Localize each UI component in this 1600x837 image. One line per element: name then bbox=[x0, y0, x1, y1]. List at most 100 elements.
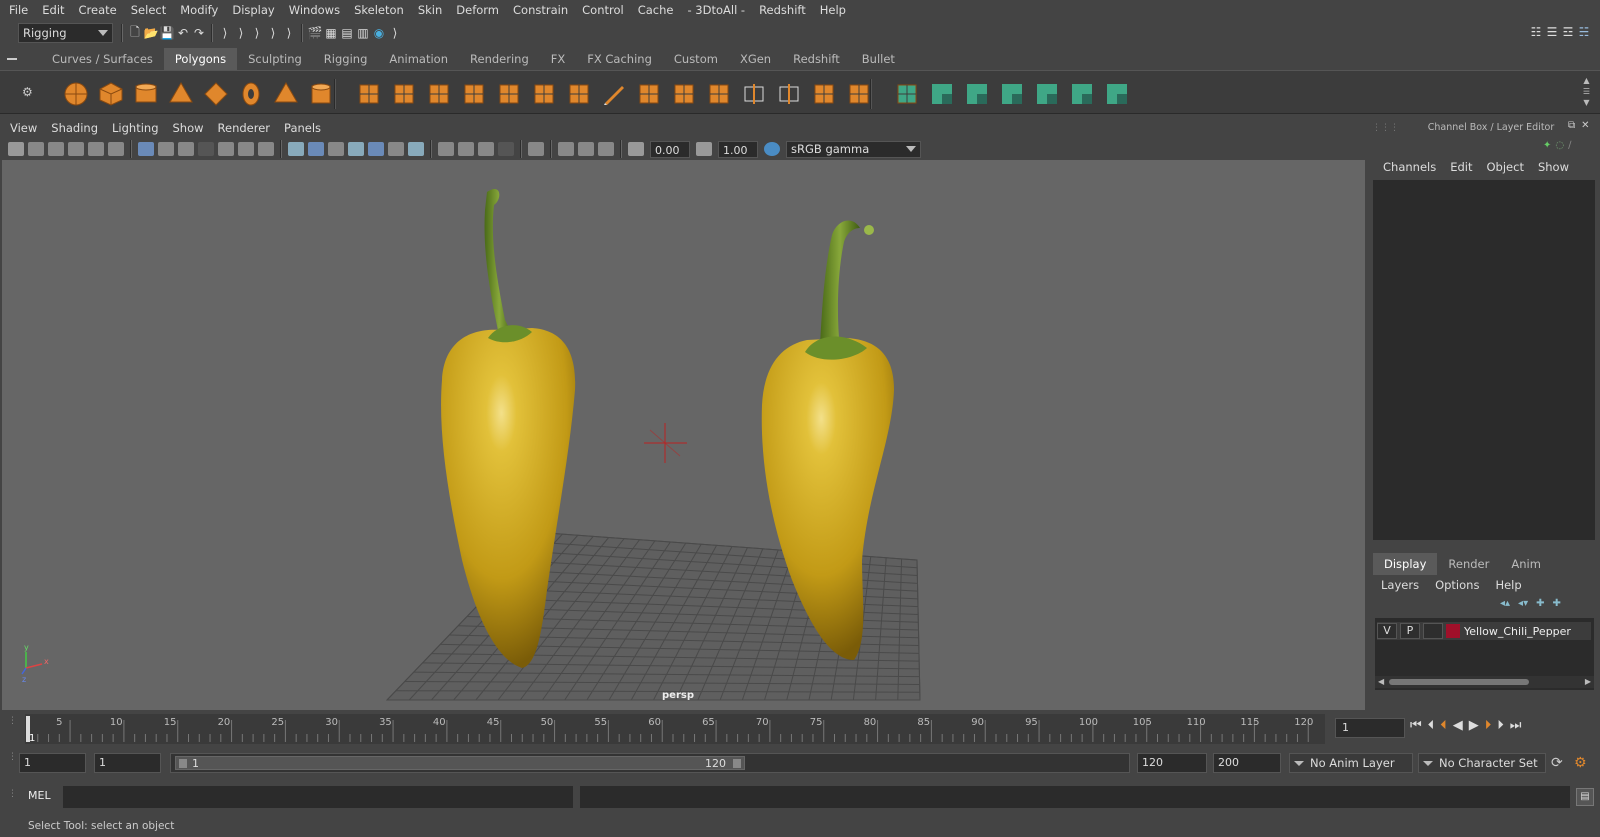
uv-editor-icon[interactable] bbox=[928, 80, 956, 108]
layer-color-swatch[interactable] bbox=[1446, 624, 1460, 638]
channel-box-icon[interactable]: ☵ bbox=[1576, 24, 1592, 40]
viewport-menu-view[interactable]: View bbox=[0, 121, 44, 135]
new-scene-icon[interactable]: 🗋 bbox=[127, 25, 143, 41]
menu-help[interactable]: Help bbox=[813, 0, 853, 20]
shelf-tab-sculpting[interactable]: Sculpting bbox=[237, 48, 313, 70]
shelf-menu-icon[interactable] bbox=[0, 48, 24, 70]
new-layer-selected-icon[interactable]: ✚ bbox=[1552, 598, 1560, 609]
manipulator-icon[interactable]: ✦ bbox=[1543, 140, 1551, 151]
grease-pencil-icon[interactable] bbox=[108, 142, 124, 156]
timeline-grip-icon[interactable]: ⋮ bbox=[8, 716, 17, 726]
scroll-right-icon[interactable]: ▶ bbox=[1585, 677, 1591, 686]
layer-tab-render[interactable]: Render bbox=[1437, 553, 1500, 575]
color-management-icon[interactable] bbox=[764, 142, 780, 156]
uv-checker-icon[interactable] bbox=[1103, 80, 1131, 108]
layer-menu-options[interactable]: Options bbox=[1427, 578, 1487, 596]
shelf-tab-xgen[interactable]: XGen bbox=[729, 48, 782, 70]
shelf-tab-curves-surfaces[interactable]: Curves / Surfaces bbox=[41, 48, 164, 70]
smooth-icon[interactable] bbox=[460, 80, 488, 108]
range-slider-handle[interactable]: 1 120 bbox=[175, 756, 745, 770]
resolution-gate-icon[interactable] bbox=[178, 142, 194, 156]
range-end-grip[interactable] bbox=[733, 759, 741, 768]
menu-set-dropdown[interactable]: Rigging bbox=[18, 23, 113, 43]
animation-preferences-icon[interactable]: ⚙ bbox=[1574, 755, 1587, 771]
shelf-tab-custom[interactable]: Custom bbox=[663, 48, 729, 70]
layer-menu-layers[interactable]: Layers bbox=[1373, 578, 1427, 596]
exposure-icon[interactable] bbox=[628, 142, 644, 156]
arrow-up-icon[interactable]: ▲ bbox=[1583, 75, 1589, 86]
motion-blur-icon[interactable] bbox=[458, 142, 474, 156]
modeling-toolkit-icon[interactable]: ☷ bbox=[1528, 24, 1544, 40]
play-forwards-icon[interactable]: ▶ bbox=[1469, 718, 1479, 733]
gate-mask-icon[interactable] bbox=[198, 142, 214, 156]
menu-deform[interactable]: Deform bbox=[449, 0, 506, 20]
shelf-settings-icon[interactable]: ⚙ bbox=[22, 85, 33, 99]
channel-menu-object[interactable]: Object bbox=[1480, 160, 1531, 178]
render-view-icon[interactable]: 🎬 bbox=[307, 25, 323, 41]
color-space-dropdown[interactable]: sRGB gamma bbox=[786, 140, 921, 158]
viewport-menu-show[interactable]: Show bbox=[166, 121, 211, 135]
shelf-tab-fx-caching[interactable]: FX Caching bbox=[576, 48, 663, 70]
camera-attributes-icon[interactable] bbox=[28, 142, 44, 156]
end-time-field[interactable]: 200 bbox=[1213, 753, 1281, 773]
float-panel-icon[interactable]: ⧉ bbox=[1568, 120, 1575, 131]
snap-curve-icon[interactable]: ⟩ bbox=[281, 25, 297, 41]
combine-icon[interactable] bbox=[355, 80, 383, 108]
time-slider[interactable]: 5 10 15 20 25 30 35 40 45 50 55 60 65 70 75 80 85 90 95 100… bbox=[25, 714, 1325, 744]
backface-cull-icon[interactable] bbox=[598, 142, 614, 156]
shelf-tab-rigging[interactable]: Rigging bbox=[313, 48, 379, 70]
mirror-icon[interactable] bbox=[810, 80, 838, 108]
layer-visibility-toggle[interactable]: V bbox=[1377, 623, 1397, 639]
use-all-lights-icon[interactable] bbox=[388, 142, 404, 156]
snap-grid-icon[interactable]: ⟩ bbox=[265, 25, 281, 41]
shelf-tab-bullet[interactable]: Bullet bbox=[851, 48, 906, 70]
gamma-icon[interactable] bbox=[696, 142, 712, 156]
shelf-tab-animation[interactable]: Animation bbox=[378, 48, 459, 70]
go-to-end-icon[interactable]: ⏭ bbox=[1510, 718, 1522, 733]
ipr-render-icon[interactable]: ▤ bbox=[339, 25, 355, 41]
cube-icon[interactable] bbox=[97, 80, 125, 108]
layer-tab-anim[interactable]: Anim bbox=[1500, 553, 1552, 575]
xray-joints-icon[interactable] bbox=[558, 142, 574, 156]
layer-tab-display[interactable]: Display bbox=[1373, 553, 1438, 575]
layer-horizontal-scrollbar[interactable]: ◀ ▶ bbox=[1375, 676, 1594, 688]
auto-key-icon[interactable]: ⟳ bbox=[1551, 755, 1563, 771]
default-material-icon[interactable] bbox=[328, 142, 344, 156]
perspective-viewport[interactable]: y x z persp bbox=[2, 160, 1365, 710]
step-forward-key-icon[interactable]: ⏵ bbox=[1485, 718, 1492, 733]
pipe-icon[interactable] bbox=[307, 80, 335, 108]
menu-cache[interactable]: Cache bbox=[631, 0, 681, 20]
toolbar-more-icon[interactable]: ⟩ bbox=[387, 25, 403, 41]
command-grip-icon[interactable]: ⋮ bbox=[8, 789, 17, 799]
undo-icon[interactable]: ↶ bbox=[175, 25, 191, 41]
select-object-icon[interactable]: ⟩ bbox=[233, 25, 249, 41]
bevel-edge-icon[interactable] bbox=[670, 80, 698, 108]
tool-settings-icon[interactable]: ☲ bbox=[1560, 24, 1576, 40]
menu-display[interactable]: Display bbox=[225, 0, 281, 20]
open-scene-icon[interactable]: 📂 bbox=[143, 25, 159, 41]
render-settings-icon[interactable]: ▥ bbox=[355, 25, 371, 41]
menu-file[interactable]: File bbox=[0, 0, 35, 20]
scroll-left-icon[interactable]: ◀ bbox=[1378, 677, 1384, 686]
xray-icon[interactable] bbox=[368, 142, 384, 156]
script-editor-icon[interactable]: ▤ bbox=[1576, 788, 1594, 806]
menu-create[interactable]: Create bbox=[72, 0, 124, 20]
arrow-down-icon[interactable]: ▼ bbox=[1583, 97, 1589, 108]
shelf-tab-polygons[interactable]: Polygons bbox=[163, 48, 238, 70]
uv-layout-icon[interactable] bbox=[1068, 80, 1096, 108]
cut-faces-icon[interactable] bbox=[893, 80, 921, 108]
save-scene-icon[interactable]: 💾 bbox=[159, 25, 175, 41]
shelf-scroll[interactable]: ▲ ☰ ▼ bbox=[1583, 75, 1590, 108]
isolate-select-icon[interactable] bbox=[528, 142, 544, 156]
bookmark-icon[interactable] bbox=[48, 142, 64, 156]
shelf-tab-fx[interactable]: FX bbox=[540, 48, 577, 70]
scrollbar-thumb[interactable] bbox=[1389, 679, 1529, 685]
channel-box-area[interactable] bbox=[1373, 180, 1595, 540]
screen-space-ao-icon[interactable] bbox=[438, 142, 454, 156]
menu-edit[interactable]: Edit bbox=[35, 0, 71, 20]
layer-playback-toggle[interactable]: P bbox=[1400, 623, 1420, 639]
render-current-icon[interactable]: ▦ bbox=[323, 25, 339, 41]
target-weld-icon[interactable] bbox=[635, 80, 663, 108]
playback-end-field[interactable]: 120 bbox=[1137, 753, 1207, 773]
cylinder-icon[interactable] bbox=[132, 80, 160, 108]
